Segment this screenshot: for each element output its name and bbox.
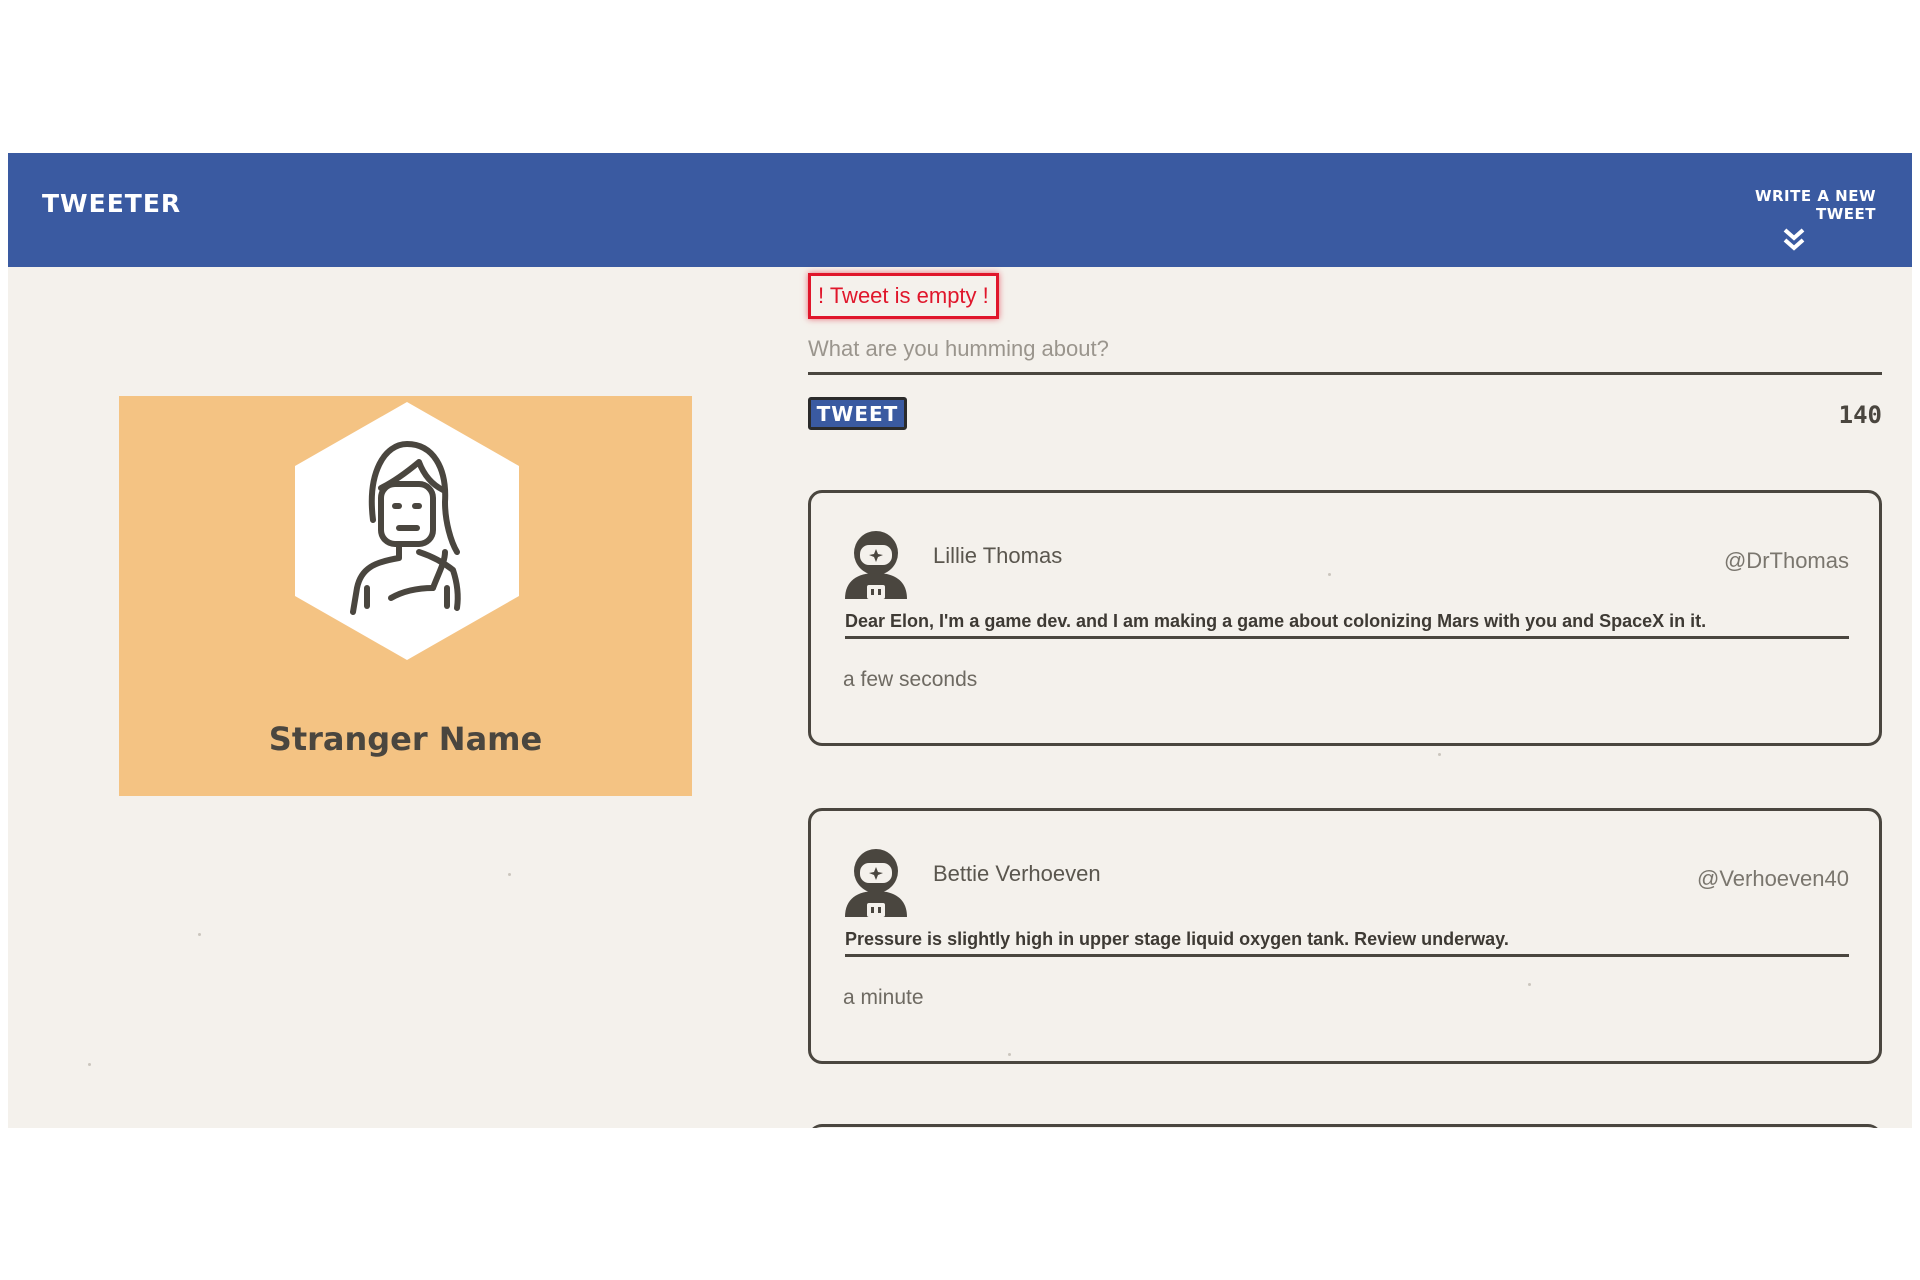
tweet-content: Dear Elon, I'm a game dev. and I am maki… <box>845 611 1849 639</box>
tweet-card-partial <box>808 1124 1882 1128</box>
profile-card: Stranger Name <box>119 396 692 796</box>
tweet-content: Pressure is slightly high in upper stage… <box>845 929 1849 957</box>
navbar: TWEETER WRITE A NEW TWEET <box>8 153 1912 267</box>
tweet-timestamp: a minute <box>843 986 924 1009</box>
astronaut-avatar-icon <box>845 849 907 917</box>
tweet-error-message: ! Tweet is empty ! <box>808 273 999 319</box>
character-counter: 140 <box>1838 401 1882 429</box>
bg-speckle <box>88 1063 91 1066</box>
profile-name: Stranger Name <box>268 720 543 758</box>
app-container: TWEETER WRITE A NEW TWEET Stranger Name … <box>8 153 1912 1128</box>
write-new-tweet-button[interactable]: WRITE A NEW TWEET <box>1696 187 1876 253</box>
tweet-submit-button[interactable]: TWEET <box>808 397 907 430</box>
bg-speckle <box>508 873 511 876</box>
tweet-author-name: Bettie Verhoeven <box>933 861 1101 886</box>
tweet-card: Bettie Verhoeven @Verhoeven40 Pressure i… <box>808 808 1882 1064</box>
write-new-tweet-label: WRITE A NEW TWEET <box>1754 187 1876 223</box>
tweet-author-handle: @DrThomas <box>1723 548 1849 573</box>
woman-avatar-icon <box>295 402 519 660</box>
double-chevron-down-icon <box>1783 228 1805 251</box>
bg-speckle <box>1438 753 1441 756</box>
tweet-author-handle: @Verhoeven40 <box>1696 866 1849 891</box>
tweet-card: Lillie Thomas @DrThomas Dear Elon, I'm a… <box>808 490 1882 746</box>
tweet-compose-input[interactable] <box>808 325 1882 375</box>
bg-speckle <box>198 933 201 936</box>
tweet-timestamp: a few seconds <box>843 668 978 691</box>
brand-logo[interactable]: TWEETER <box>42 189 181 218</box>
tweet-author-name: Lillie Thomas <box>933 543 1063 568</box>
astronaut-avatar-icon <box>845 531 907 599</box>
